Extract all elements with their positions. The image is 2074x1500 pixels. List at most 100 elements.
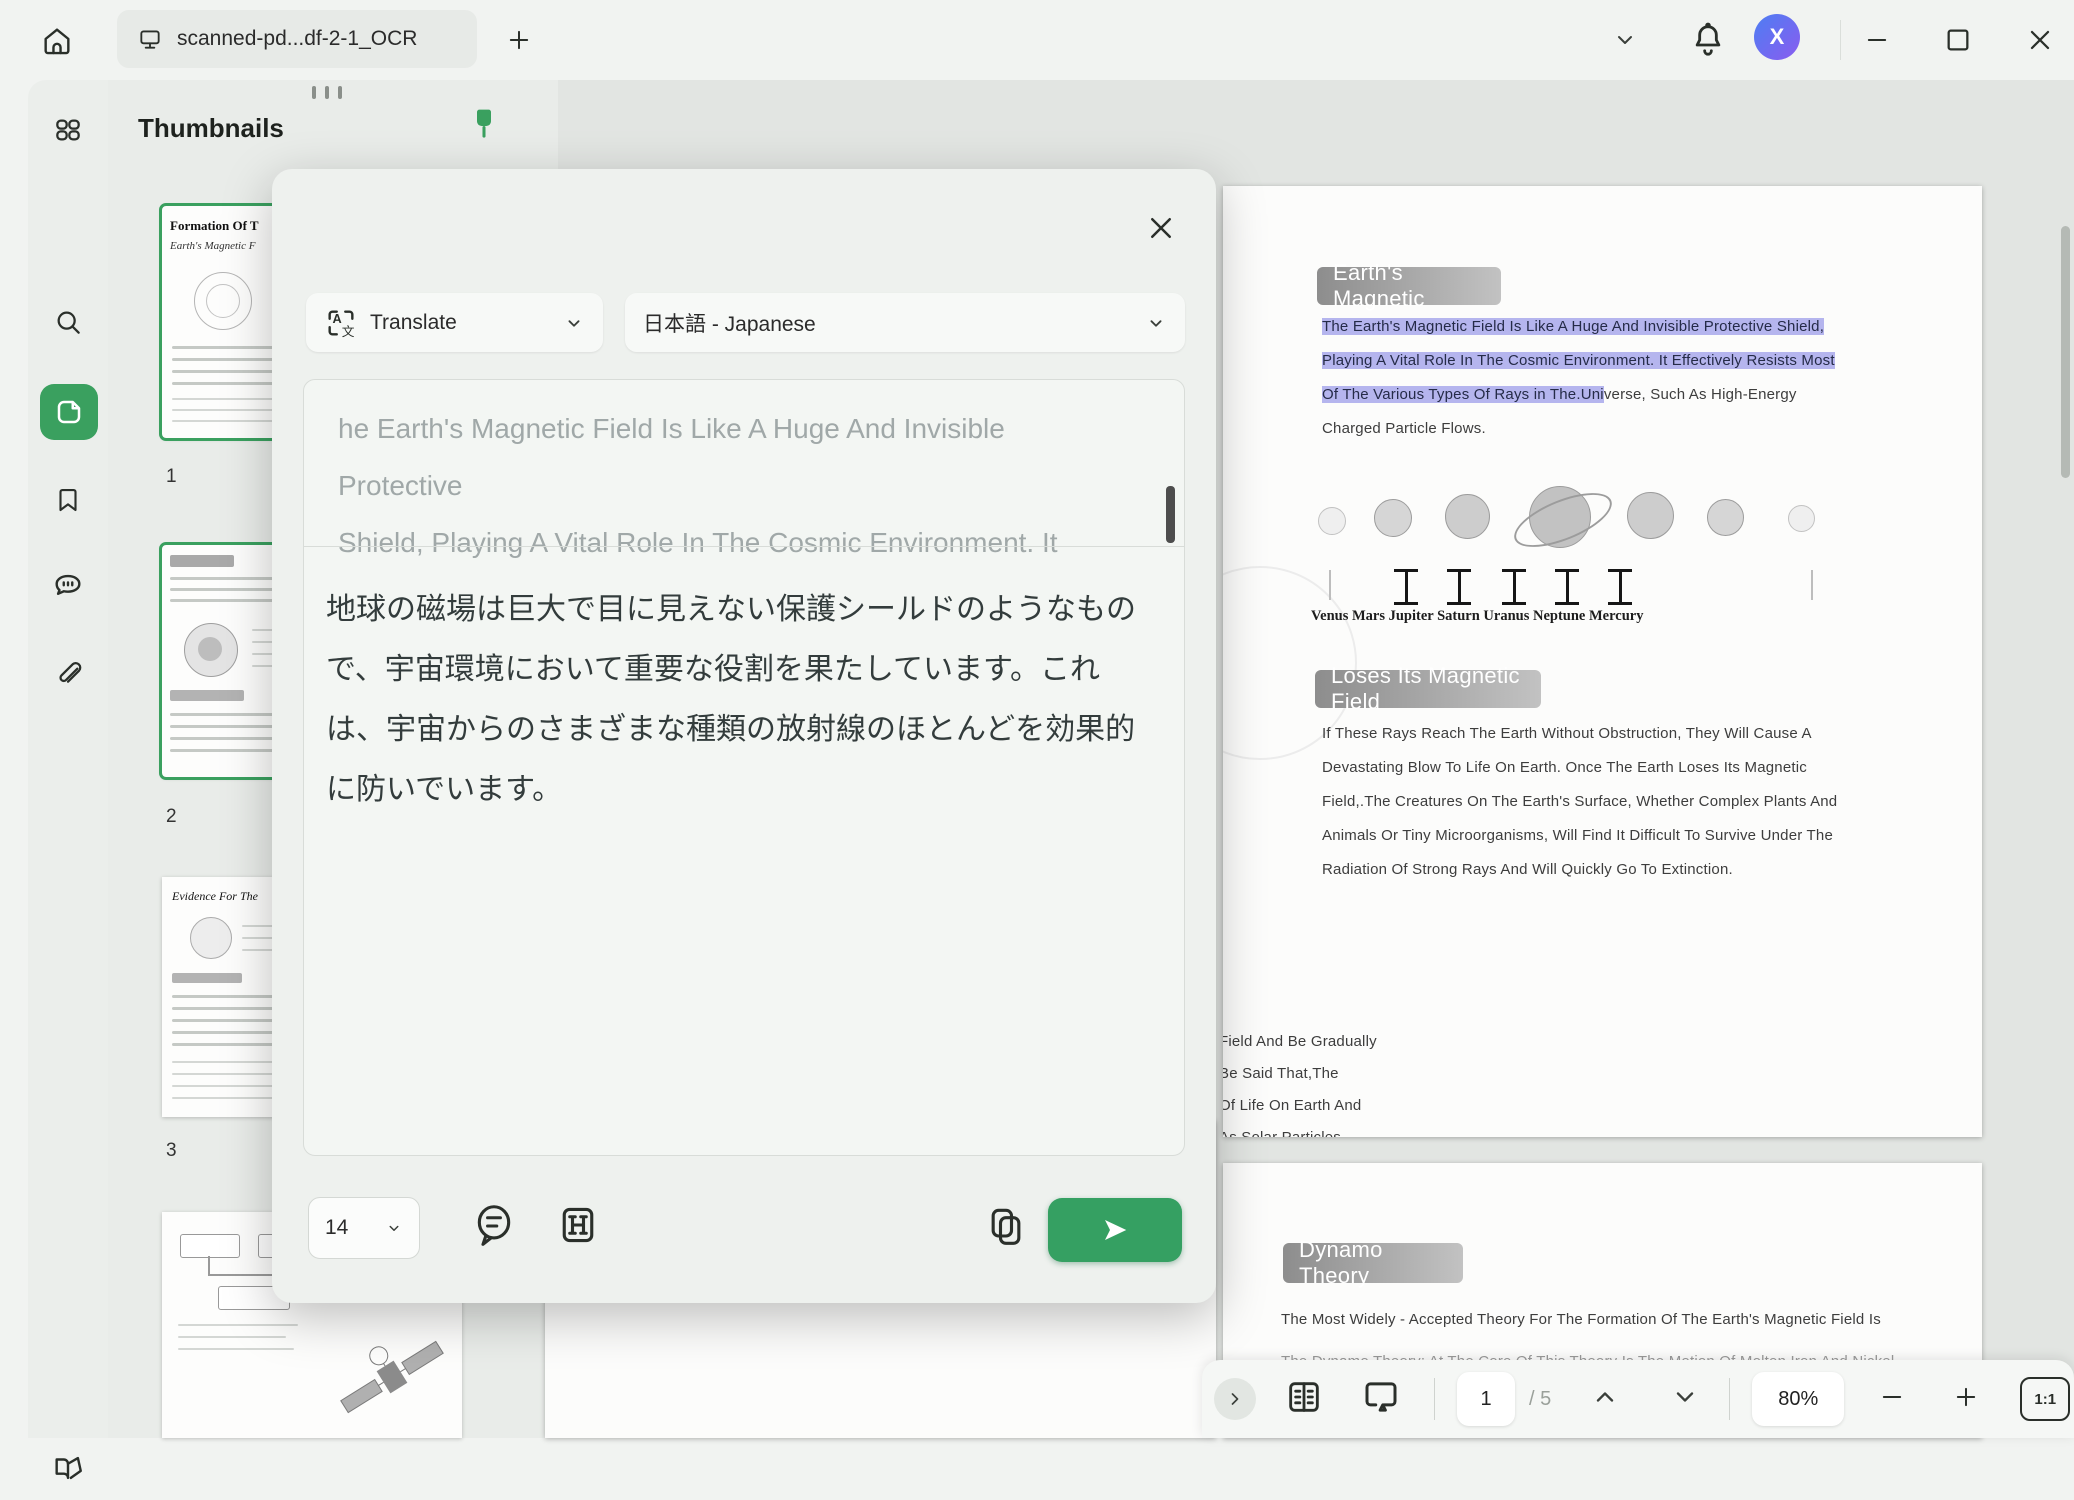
sidebar-item-comments[interactable] [28, 554, 108, 618]
tab-title: scanned-pd...df-2-1_OCR [177, 27, 417, 51]
page-navigation-toolbar: 1 / 5 80% 1:1 [1202, 1360, 2074, 1438]
comment-insert-button[interactable] [472, 1201, 516, 1256]
replace-text-button[interactable] [556, 1203, 600, 1252]
chevron-up-icon [1591, 1383, 1619, 1411]
window-scrollbar[interactable] [2060, 80, 2071, 1438]
pin-panel-button[interactable] [470, 107, 498, 150]
language-label: 日本語 - Japanese [643, 308, 816, 338]
bell-icon [1688, 18, 1728, 62]
search-icon [52, 306, 84, 338]
panel-divider [304, 546, 1184, 547]
thumb2-page-number: 2 [166, 806, 177, 828]
left-sidebar-rail [28, 80, 108, 1438]
avatar-letter: X [1770, 24, 1785, 50]
chevron-down-icon [1671, 1383, 1699, 1411]
two-page-view-icon [1284, 1377, 1324, 1417]
thumb3-page-number: 3 [166, 1140, 177, 1162]
sidebar-item-search[interactable] [28, 290, 108, 354]
page1-paragraph-1: The Earth's Magnetic Field Is Like A Hug… [1322, 310, 1835, 446]
document-tab-icon [137, 26, 163, 52]
zoom-level-input[interactable]: 80% [1752, 1372, 1844, 1426]
page2-line-1: The Most Widely - Accepted Theory For Th… [1281, 1303, 1881, 1337]
presentation-mode-button[interactable] [1360, 1376, 1402, 1423]
maximize-icon [1942, 24, 1974, 56]
translate-icon: A文 [324, 306, 358, 340]
actual-size-label: 1:1 [2034, 1391, 2056, 1408]
next-page-button[interactable] [1671, 1383, 1699, 1416]
speech-bubble-icon [472, 1201, 516, 1251]
sidebar-item-thumbnails[interactable] [40, 384, 98, 440]
chevron-down-icon [1610, 28, 1640, 52]
translated-text[interactable]: 地球の磁場は巨大で目に見えない保護シールドのようなもので、宇宙環境において重要な… [326, 580, 1156, 820]
planets-caption: Venus Mars Jupiter Saturn Uranus Neptune… [1311, 608, 1643, 625]
thumb1-page-number: 1 [166, 466, 177, 488]
close-window-button[interactable] [2024, 24, 2056, 61]
paperclip-icon [52, 658, 84, 690]
mode-chevron-icon [563, 312, 585, 334]
scrollbar-thumb[interactable] [2061, 226, 2070, 478]
minimize-icon [1860, 26, 1894, 54]
mode-label: Translate [370, 311, 457, 335]
titlebar: scanned-pd...df-2-1_OCR X [0, 0, 2074, 80]
font-size-value: 14 [325, 1216, 348, 1240]
previous-page-button[interactable] [1591, 1383, 1619, 1416]
new-tab-button[interactable] [505, 26, 533, 59]
grid-icon [52, 114, 84, 146]
pin-icon [470, 107, 498, 145]
presentation-icon [1360, 1376, 1402, 1418]
page1-left-fragments: Field And Be Gradually Be Said That,The … [1223, 1026, 1377, 1137]
zoom-out-button[interactable] [1878, 1383, 1906, 1416]
zoom-in-button[interactable] [1952, 1383, 1980, 1416]
maximize-button[interactable] [1942, 24, 1974, 61]
page-thumbnails-icon [54, 397, 84, 427]
panel-drag-handle[interactable] [312, 86, 342, 99]
minus-icon [1878, 1383, 1906, 1411]
plus-icon [505, 26, 533, 54]
current-page: 1 [1480, 1388, 1491, 1411]
home-button[interactable] [40, 24, 74, 63]
titlebar-separator [1840, 20, 1841, 60]
close-icon [2024, 24, 2056, 56]
send-icon [1100, 1215, 1130, 1245]
page-number-input[interactable]: 1 [1457, 1372, 1515, 1426]
user-avatar[interactable]: X [1754, 14, 1800, 60]
sidebar-item-apps[interactable] [28, 98, 108, 162]
bookmark-icon [53, 485, 83, 515]
send-translate-button[interactable] [1048, 1198, 1182, 1262]
sidebar-item-reader-mode[interactable] [28, 1436, 108, 1500]
page-total: / 5 [1529, 1388, 1551, 1411]
text-box-icon [556, 1203, 600, 1247]
mode-dropdown[interactable]: A文 Translate [306, 293, 603, 352]
dialog-close-button[interactable] [1146, 213, 1176, 248]
source-scrollbar-thumb[interactable] [1166, 486, 1175, 543]
thumb1-title: Formation Of T [170, 218, 259, 234]
comment-bubble-icon [51, 569, 85, 603]
minimize-button[interactable] [1860, 26, 1894, 59]
home-icon [40, 24, 74, 58]
two-page-view-button[interactable] [1284, 1377, 1324, 1422]
sidebar-item-bookmarks[interactable] [28, 468, 108, 532]
page1-heading-2: Loses Its Magnetic Field [1315, 670, 1541, 708]
expand-toolbar-button[interactable] [1214, 1378, 1256, 1420]
selected-text: The Earth's Magnetic Field Is Like A Hug… [1322, 318, 1824, 335]
notifications-button[interactable] [1688, 18, 1728, 67]
copy-button[interactable] [984, 1203, 1028, 1252]
translate-dialog: A文 Translate 日本語 - Japanese he Earth's M… [272, 169, 1216, 1303]
document-tab[interactable]: scanned-pd...df-2-1_OCR [117, 10, 477, 68]
thumb3-title: Evidence For The [172, 889, 258, 903]
page1-paragraph-2: If These Rays Reach The Earth Without Ob… [1322, 717, 1837, 887]
language-dropdown[interactable]: 日本語 - Japanese [625, 293, 1185, 352]
open-book-icon [51, 1451, 85, 1485]
thumb4-flowchart [180, 1234, 240, 1258]
actual-size-button[interactable]: 1:1 [2020, 1377, 2070, 1421]
svg-text:A: A [333, 311, 342, 326]
thumb3-sun-diagram [190, 917, 232, 959]
thumb4-satellite-image [330, 1324, 454, 1430]
svg-text:文: 文 [342, 324, 355, 339]
sidebar-item-attachments[interactable] [28, 642, 108, 706]
font-size-dropdown[interactable]: 14 [308, 1197, 420, 1259]
titlebar-dropdown-button[interactable] [1610, 28, 1640, 57]
zoom-value: 80% [1778, 1388, 1818, 1411]
page2-heading: Dynamo Theory [1283, 1243, 1463, 1283]
thumb1-subtitle: Earth's Magnetic F [170, 240, 255, 252]
